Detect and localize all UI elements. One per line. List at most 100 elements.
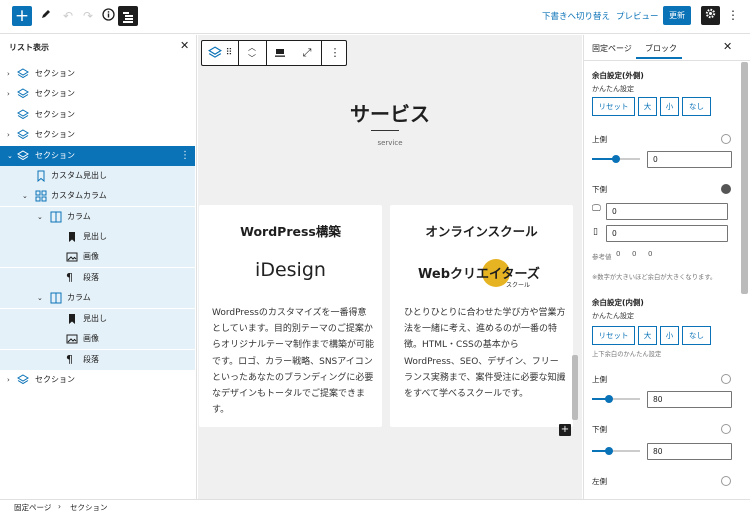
outer-large-button[interactable]: 大 [638,97,657,116]
move-up-down-icon[interactable]: ︿ ﹀ [239,41,265,65]
smartphone-icon: ▯ [593,227,598,237]
outer-bottom-pc-input[interactable]: 0 [606,203,728,220]
list-item[interactable]: 見出し [0,309,195,329]
tab-block[interactable]: ブロック [645,43,677,54]
inner-top-label: 上側 [592,375,607,384]
outer-bottom-reset-icon[interactable] [721,184,731,194]
add-block-inline-button[interactable]: + [559,424,571,436]
section-layers-icon [17,109,29,120]
outer-top-reset-icon[interactable] [721,134,731,144]
section-layers-icon [17,150,29,161]
list-item[interactable]: 画像 [0,329,195,349]
switch-to-draft-link[interactable]: 下書きへ切り替え [542,10,610,22]
outer-none-button[interactable]: なし [682,97,711,116]
outer-small-button[interactable]: 小 [660,97,679,116]
list-item[interactable]: セクション [0,105,195,125]
section-subheading[interactable]: service [198,139,582,147]
list-item[interactable]: ¶ 段落 [0,350,195,370]
bookmark-icon [37,170,45,182]
block-toolbar: ⠿ ︿ ﹀ ⤢ ⋮ [201,40,347,66]
outer-margin-title: 余白設定(外側) [592,71,644,80]
close-settings-icon[interactable]: ✕ [723,40,732,53]
service-card[interactable]: オンラインスクール Webクリエイターズ スクール ひとりひとりに合わせた学び方… [390,205,573,427]
inner-small-button[interactable]: 小 [660,326,679,345]
list-item[interactable]: 画像 [0,247,195,267]
webcreators-logo: Webクリエイターズ スクール [418,257,548,289]
inner-left-reset-icon[interactable] [721,476,731,486]
outer-top-input[interactable]: 0 [647,151,732,168]
inner-bottom-input[interactable]: 80 [647,443,732,460]
list-item[interactable]: › セクション [0,370,195,390]
outer-bottom-sp-input[interactable]: 0 [606,225,728,242]
ref-value-3: 0 [648,250,653,258]
breadcrumb-bar: 固定ページ › セクション [0,499,750,513]
list-item-label: セクション [35,151,75,160]
inner-large-button[interactable]: 大 [638,326,657,345]
active-tab-indicator [636,57,682,59]
list-item[interactable]: › セクション [0,84,195,104]
more-options-icon[interactable]: ⋮ [727,8,739,22]
outer-easy-label: かんたん設定 [592,85,634,93]
list-item-label: 画像 [83,334,99,343]
list-item[interactable]: カスタム見出し [0,166,195,186]
reference-values-label: 参考値 [592,253,612,261]
ref-value-2: 0 [632,250,637,258]
card-body[interactable]: ひとりひとりに合わせた学び方や営業方法を一緒に考え、進めるのが一番の特徴。HTM… [404,305,567,402]
edit-pencil-icon[interactable] [38,8,54,24]
inner-top-reset-icon[interactable] [721,374,731,384]
list-item-label: 段落 [83,355,99,364]
update-button[interactable]: 更新 [663,6,691,25]
breadcrumb-item[interactable]: 固定ページ [14,502,51,513]
list-item-options-icon[interactable]: ⋮ [180,146,190,166]
inner-reset-button[interactable]: リセット [592,326,635,345]
list-item-label: 見出し [83,314,107,323]
outer-top-slider-knob[interactable] [612,155,620,163]
settings-gear-icon[interactable] [701,6,720,25]
inner-none-button[interactable]: なし [682,326,711,345]
block-options-icon[interactable]: ⋮ [322,41,348,65]
list-view-toggle[interactable] [118,6,138,26]
list-item[interactable]: ⌄ カスタムカラム [0,186,195,206]
card-title[interactable]: WordPress構築 [199,221,382,240]
top-toolbar: + ↶ ↷ 下書きへ切り替え プレビュー 更新 ⋮ [0,0,750,34]
redo-icon[interactable]: ↷ [80,8,96,24]
heading-divider [371,130,399,131]
canvas-scrollbar[interactable] [572,355,578,420]
tab-page[interactable]: 固定ページ [592,43,632,54]
list-item[interactable]: ⌄ カラム [0,207,195,227]
list-item-label: 段落 [83,273,99,282]
breadcrumb-separator: › [58,502,61,511]
outer-reset-button[interactable]: リセット [592,97,635,116]
undo-icon[interactable]: ↶ [60,8,76,24]
close-list-view-icon[interactable]: ✕ [180,39,189,52]
drag-handle-icon[interactable]: ⠿ [222,41,236,65]
section-layers-icon [17,129,29,140]
bookmark-icon [69,232,75,242]
card-body[interactable]: WordPressのカスタマイズを一番得意としています。目的別テーマのご提案から… [212,305,375,418]
inner-top-input[interactable]: 80 [647,391,732,408]
align-icon[interactable] [267,41,293,65]
inner-bottom-reset-icon[interactable] [721,424,731,434]
image-icon [66,334,78,344]
add-block-button[interactable]: + [12,6,32,26]
list-item-selected[interactable]: ⌄ セクション ⋮ [0,146,195,166]
inner-bottom-slider-knob[interactable] [605,447,613,455]
info-icon[interactable] [100,8,116,24]
breadcrumb-item[interactable]: セクション [70,502,108,513]
card-title[interactable]: オンラインスクール [390,221,573,240]
list-item[interactable]: 見出し [0,227,195,247]
list-item[interactable]: › セクション [0,64,195,84]
list-item[interactable]: › セクション [0,125,195,145]
inner-top-slider-knob[interactable] [605,395,613,403]
list-item[interactable]: ⌄ カラム [0,288,195,308]
inner-easy-label: かんたん設定 [592,312,634,320]
list-item-label: セクション [35,69,75,78]
section-heading[interactable]: サービス [198,98,582,127]
fullscreen-icon[interactable]: ⤢ [294,41,320,65]
preview-link[interactable]: プレビュー [616,10,659,22]
settings-scrollbar[interactable] [741,62,748,294]
list-item-label: セクション [35,110,75,119]
grid-icon [35,190,47,202]
service-card[interactable]: WordPress構築 iDesign WordPressのカスタマイズを一番得… [199,205,382,427]
list-item[interactable]: ¶ 段落 [0,268,195,288]
